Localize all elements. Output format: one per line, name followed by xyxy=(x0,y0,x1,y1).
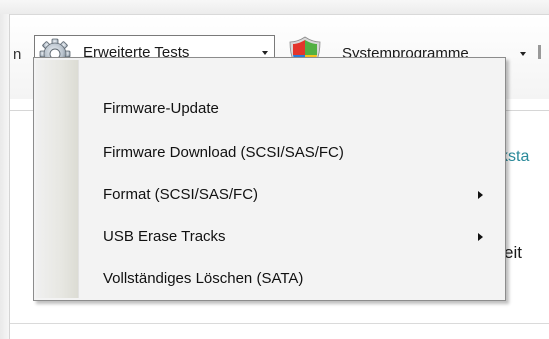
menu-item-firmware-update[interactable]: Firmware-Update xyxy=(36,92,503,128)
window-left-edge xyxy=(0,14,10,339)
menu-item-firmware-download[interactable]: Firmware Download (SCSI/SAS/FC) xyxy=(36,136,503,172)
menu-item-label: Firmware-Update xyxy=(103,100,219,117)
toolbar-overflow-edge xyxy=(538,45,541,59)
menu-item-label: Format (SCSI/SAS/FC) xyxy=(103,186,259,203)
advanced-tests-dropdown-menu: Firmware-Update Firmware Download (SCSI/… xyxy=(33,57,506,301)
window-top-edge xyxy=(0,0,549,15)
chevron-down-icon xyxy=(520,52,526,56)
toolbar-partial-item[interactable]: n xyxy=(13,39,21,69)
menu-item-full-erase-sata[interactable]: Vollständiges Löschen (SATA) xyxy=(36,262,503,298)
chevron-down-icon xyxy=(262,51,268,55)
menu-item-label: Vollständiges Löschen (SATA) xyxy=(103,270,304,287)
submenu-arrow-icon xyxy=(478,191,483,199)
menu-item-format[interactable]: Format (SCSI/SAS/FC) xyxy=(36,178,503,214)
menu-item-label: Firmware Download (SCSI/SAS/FC) xyxy=(103,144,344,161)
content-divider xyxy=(10,323,549,324)
menu-item-label: USB Erase Tracks xyxy=(103,228,226,245)
submenu-arrow-icon xyxy=(478,233,483,241)
menu-item-usb-erase-tracks[interactable]: USB Erase Tracks xyxy=(36,220,503,256)
toolbar-partial-label: n xyxy=(13,45,22,63)
background-text: eit xyxy=(504,243,522,262)
